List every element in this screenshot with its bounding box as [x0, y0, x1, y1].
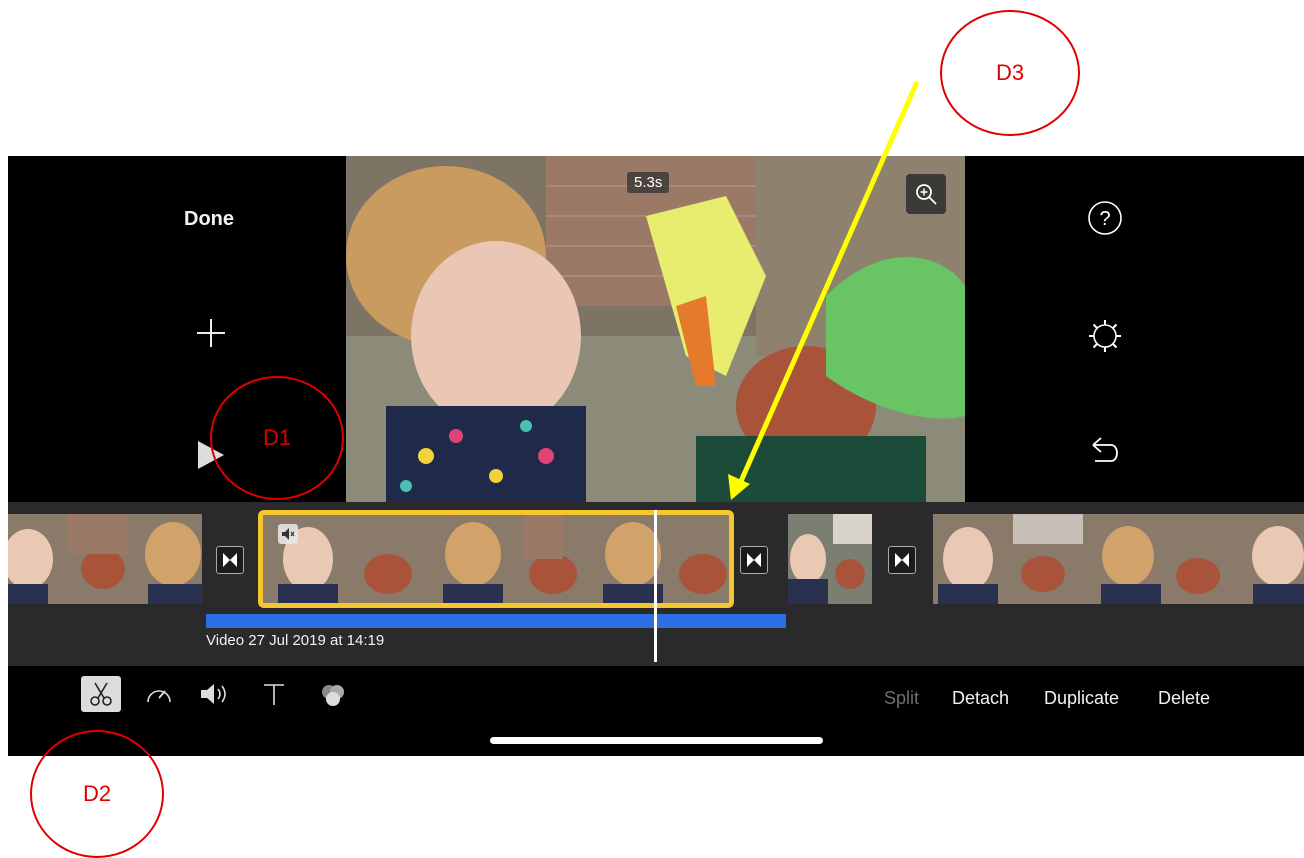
annotation-d2: D2 [30, 730, 164, 858]
help-icon: ? [1088, 201, 1122, 235]
filters-icon [322, 685, 344, 706]
home-indicator[interactable] [490, 737, 823, 744]
transition-button[interactable] [216, 546, 244, 574]
titles-tool-button[interactable] [254, 676, 294, 712]
done-button[interactable]: Done [168, 208, 250, 231]
annotation-label: D1 [262, 425, 292, 450]
preview-frame-image [346, 156, 965, 502]
transition-icon [895, 553, 909, 567]
speed-icon [147, 690, 171, 703]
volume-icon [201, 684, 226, 704]
clip-title: Video 27 Jul 2019 at 14:19 [206, 632, 385, 649]
timeline[interactable]: Video 27 Jul 2019 at 14:19 [8, 502, 1304, 666]
timeline-clip[interactable] [933, 514, 1304, 604]
annotation-d3: D3 [940, 10, 1080, 136]
detach-button[interactable]: Detach [952, 688, 1009, 709]
right-panel: ? [965, 156, 1304, 502]
selected-clip-border [258, 510, 734, 608]
clip-duration-badge: 5.3s [627, 172, 670, 193]
clip-thumbnails [8, 514, 202, 604]
imovie-editor: Done 5.3s ? Video 27 Jul 2019 at 14:19 S… [8, 156, 1304, 756]
actions-tool-button[interactable] [81, 676, 121, 712]
filters-tool-button[interactable] [313, 676, 353, 712]
settings-button[interactable] [1085, 316, 1125, 356]
audio-track[interactable] [206, 614, 786, 628]
clip-thumbnails [788, 514, 872, 604]
scissors-icon [90, 682, 112, 706]
zoom-in-icon [916, 184, 937, 205]
undo-button[interactable] [1085, 430, 1125, 470]
timeline-clip[interactable] [788, 514, 872, 604]
transition-button[interactable] [888, 546, 916, 574]
clip-thumbnails [933, 514, 1304, 604]
transition-icon [747, 553, 761, 567]
svg-text:?: ? [1099, 208, 1110, 230]
split-button[interactable]: Split [884, 688, 919, 709]
speed-tool-button[interactable] [139, 676, 179, 712]
transition-icon [223, 553, 237, 567]
undo-icon [1092, 437, 1118, 462]
edit-toolbar: Split Detach Duplicate Delete [8, 666, 1304, 756]
text-icon [264, 684, 284, 705]
timeline-clip[interactable] [8, 514, 202, 604]
transition-button[interactable] [740, 546, 768, 574]
help-button[interactable]: ? [1085, 198, 1125, 238]
add-media-button[interactable] [196, 318, 226, 348]
playhead[interactable] [654, 510, 657, 662]
annotation-label: D3 [995, 60, 1025, 85]
volume-tool-button[interactable] [194, 676, 234, 712]
plus-icon [197, 319, 225, 347]
video-preview[interactable]: 5.3s [346, 156, 965, 502]
delete-button[interactable]: Delete [1158, 688, 1210, 709]
muted-audio-badge [278, 524, 298, 544]
duplicate-button[interactable]: Duplicate [1044, 688, 1119, 709]
mute-icon [282, 528, 295, 540]
zoom-button[interactable] [906, 174, 946, 214]
annotation-label: D2 [82, 781, 112, 806]
gear-icon [1089, 320, 1121, 352]
annotation-d1: D1 [210, 376, 344, 500]
